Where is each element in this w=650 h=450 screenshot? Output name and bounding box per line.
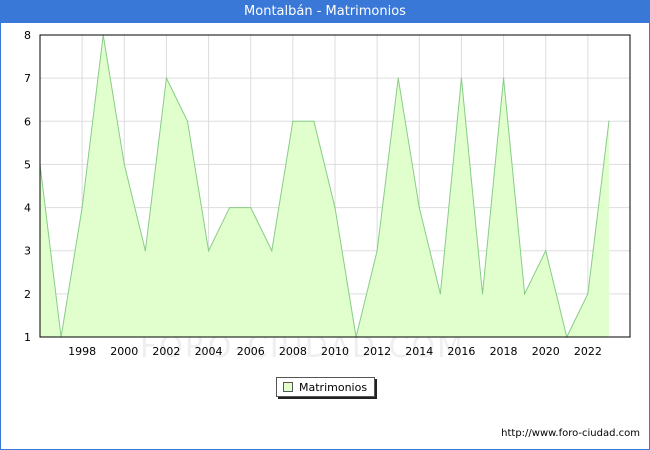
- y-tick-label: 1: [24, 331, 31, 344]
- y-tick-label: 3: [24, 245, 31, 258]
- x-tick-label: 2002: [152, 345, 180, 358]
- x-tick-label: 2020: [532, 345, 560, 358]
- data-point: [271, 250, 273, 252]
- data-point: [439, 293, 441, 295]
- legend: Matrimonios: [276, 377, 376, 397]
- data-point: [481, 293, 484, 295]
- data-point: [313, 120, 315, 122]
- data-point: [376, 250, 378, 252]
- legend-swatch: [283, 382, 293, 392]
- x-tick-label: 2016: [447, 345, 475, 358]
- y-tick-label: 4: [24, 202, 31, 215]
- x-tick-label: 2010: [321, 345, 349, 358]
- data-point: [81, 206, 83, 209]
- x-tick-label: 2018: [490, 345, 518, 358]
- y-tick-label: 7: [24, 72, 31, 85]
- data-point: [545, 250, 547, 252]
- x-tick-label: 2022: [574, 345, 602, 358]
- data-point: [587, 293, 589, 295]
- x-tick-label: 2006: [237, 345, 265, 358]
- legend-label: Matrimonios: [299, 380, 368, 394]
- data-point: [292, 120, 294, 122]
- source-url: http://www.foro-ciudad.com: [501, 428, 640, 439]
- x-tick-label: 2012: [363, 345, 391, 358]
- data-point: [186, 120, 189, 122]
- data-point: [334, 206, 336, 209]
- data-point: [250, 206, 252, 209]
- data-point: [144, 250, 146, 252]
- x-tick-label: 2008: [279, 345, 307, 358]
- data-point: [229, 206, 231, 209]
- data-point: [418, 206, 420, 209]
- data-point: [524, 293, 526, 295]
- y-tick-label: 5: [24, 158, 31, 171]
- data-point: [397, 77, 399, 79]
- data-point: [460, 77, 463, 79]
- y-tick-label: 2: [24, 288, 31, 301]
- x-tick-label: 1998: [68, 345, 96, 358]
- x-tick-label: 2004: [195, 345, 223, 358]
- data-point: [608, 120, 610, 122]
- data-point: [207, 250, 210, 252]
- data-point: [123, 163, 125, 166]
- x-tick-label: 2000: [110, 345, 138, 358]
- x-tick-label: 2014: [405, 345, 433, 358]
- y-tick-label: 8: [24, 29, 31, 42]
- data-point: [165, 77, 168, 79]
- y-tick-label: 6: [24, 115, 31, 128]
- data-point: [502, 77, 505, 79]
